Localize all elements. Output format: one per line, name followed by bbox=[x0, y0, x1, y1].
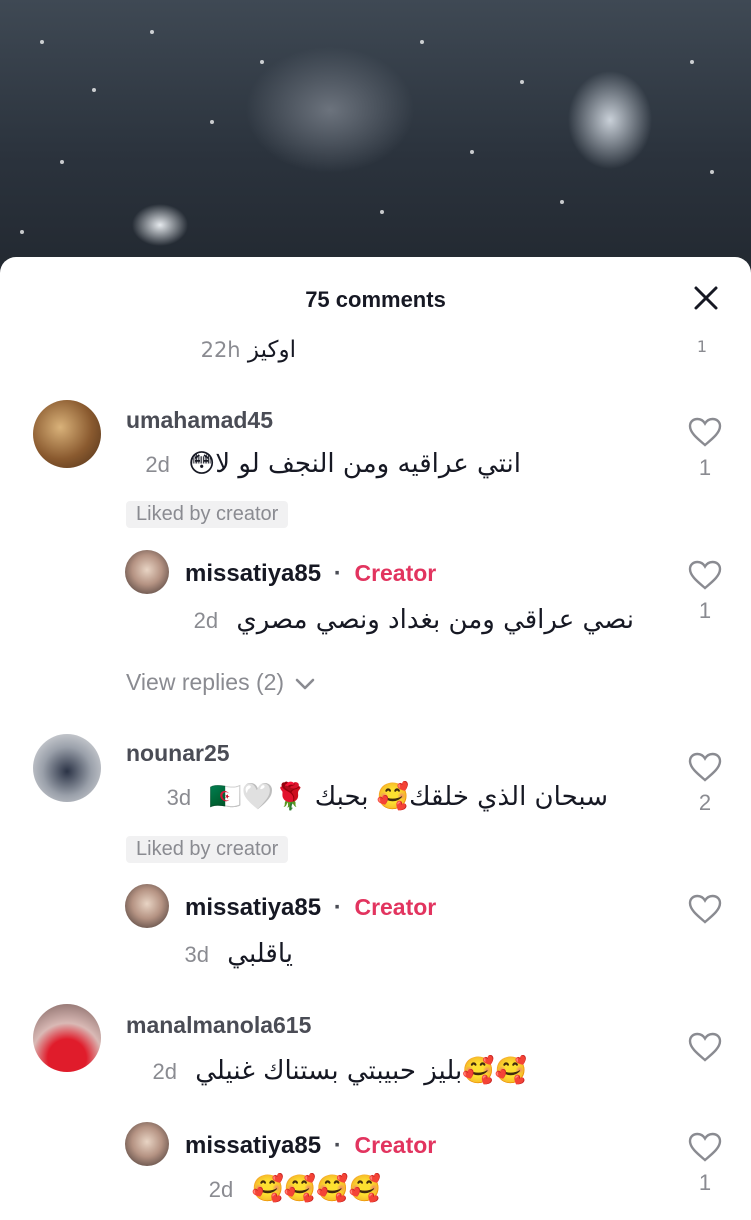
close-icon[interactable] bbox=[691, 283, 721, 313]
reply-body: ياقلبي bbox=[227, 939, 293, 969]
chevron-down-icon bbox=[296, 678, 315, 690]
avatar[interactable] bbox=[33, 400, 101, 468]
liked-by-creator-badge: Liked by creator bbox=[126, 501, 289, 528]
video-background bbox=[0, 0, 751, 280]
like-count: 2 bbox=[698, 790, 712, 815]
view-replies-button[interactable]: View replies (2) bbox=[126, 669, 316, 696]
reply-text: نصي عراقي ومن بغداد ونصي مصري 2d bbox=[194, 605, 634, 635]
creator-tag: Creator bbox=[354, 894, 437, 920]
previous-reply-body: اوكيز bbox=[247, 337, 296, 363]
like-button[interactable] bbox=[687, 1032, 723, 1070]
heart-outline-icon bbox=[688, 560, 722, 590]
comment-item: nounar25 سبحان الذي خلقك🥰 بحبك 🌹🤍🇩🇿 3d L… bbox=[0, 732, 751, 982]
reply-text: 🥰🥰🥰🥰 2d bbox=[209, 1174, 381, 1204]
comment-time: 2d bbox=[152, 1059, 177, 1084]
reply-username[interactable]: missatiya85 · Creator bbox=[185, 894, 436, 922]
avatar[interactable] bbox=[125, 1122, 169, 1166]
comment-text: انتي عراقيه ومن النجف لو لا😳 2d bbox=[145, 449, 521, 479]
reply-text: ياقلبي 3d bbox=[185, 939, 293, 969]
comments-count-title: 75 comments bbox=[305, 287, 446, 312]
like-count: 1 bbox=[698, 455, 712, 480]
separator-dot: · bbox=[333, 560, 342, 587]
previous-reply-like-count: 1 bbox=[696, 337, 707, 356]
avatar[interactable] bbox=[33, 1004, 101, 1072]
reply-time: 2d bbox=[193, 608, 219, 633]
reply-username[interactable]: missatiya85 · Creator bbox=[185, 560, 436, 588]
comment-username[interactable]: nounar25 bbox=[126, 740, 230, 767]
comment-text: 🥰🥰بليز حبيبتي بستناك غنيلي 2d bbox=[153, 1056, 528, 1086]
creator-tag: Creator bbox=[354, 560, 437, 586]
like-count: 1 bbox=[698, 598, 712, 623]
reply-username[interactable]: missatiya85 · Creator bbox=[185, 1132, 436, 1160]
reply-time: 3d bbox=[184, 942, 210, 967]
reply-username-text: missatiya85 bbox=[185, 1132, 322, 1159]
liked-by-creator-badge: Liked by creator bbox=[126, 836, 289, 863]
like-count: 1 bbox=[698, 1170, 712, 1195]
reply-body: 🥰🥰🥰🥰 bbox=[251, 1174, 382, 1204]
comment-body: انتي عراقيه ومن النجف لو لا😳 bbox=[188, 449, 521, 479]
like-button[interactable]: 1 bbox=[687, 560, 723, 624]
comment-item: manalmanola615 🥰🥰بليز حبيبتي بستناك غنيل… bbox=[0, 1002, 751, 1220]
heart-outline-icon bbox=[688, 417, 722, 447]
comment-username[interactable]: manalmanola615 bbox=[126, 1012, 311, 1039]
view-replies-label: View replies (2) bbox=[126, 669, 285, 695]
previous-reply-text: اوكيز 22h bbox=[201, 337, 296, 363]
like-button[interactable]: 1 bbox=[687, 417, 723, 481]
comments-sheet: 75 comments اوكيز 22h 1 umahamad45 انتي … bbox=[0, 257, 751, 1220]
heart-outline-icon bbox=[688, 1132, 722, 1162]
like-button[interactable] bbox=[687, 894, 723, 932]
comment-body: سبحان الذي خلقك🥰 بحبك 🌹🤍🇩🇿 bbox=[209, 782, 608, 812]
heart-outline-icon bbox=[688, 894, 722, 924]
avatar[interactable] bbox=[125, 550, 169, 594]
reply-username-text: missatiya85 bbox=[185, 560, 322, 587]
reply-username-text: missatiya85 bbox=[185, 894, 322, 921]
comment-body: 🥰🥰بليز حبيبتي بستناك غنيلي bbox=[195, 1056, 527, 1086]
creator-tag: Creator bbox=[354, 1132, 437, 1158]
comment-username[interactable]: umahamad45 bbox=[126, 407, 273, 434]
previous-reply-time: 22h bbox=[200, 338, 241, 362]
heart-outline-icon bbox=[688, 752, 722, 782]
comment-item: umahamad45 انتي عراقيه ومن النجف لو لا😳 … bbox=[0, 397, 751, 697]
separator-dot: · bbox=[333, 1132, 342, 1159]
reply-body: نصي عراقي ومن بغداد ونصي مصري bbox=[236, 605, 634, 635]
heart-outline-icon bbox=[688, 1032, 722, 1062]
comment-time: 2d bbox=[145, 452, 170, 477]
separator-dot: · bbox=[333, 894, 342, 921]
avatar[interactable] bbox=[33, 734, 101, 802]
reply-time: 2d bbox=[208, 1177, 234, 1202]
avatar[interactable] bbox=[125, 884, 169, 928]
comment-time: 3d bbox=[166, 785, 192, 810]
like-button[interactable]: 2 bbox=[687, 752, 723, 816]
like-button[interactable]: 1 bbox=[687, 1132, 723, 1196]
comment-text: سبحان الذي خلقك🥰 بحبك 🌹🤍🇩🇿 3d bbox=[167, 782, 608, 812]
